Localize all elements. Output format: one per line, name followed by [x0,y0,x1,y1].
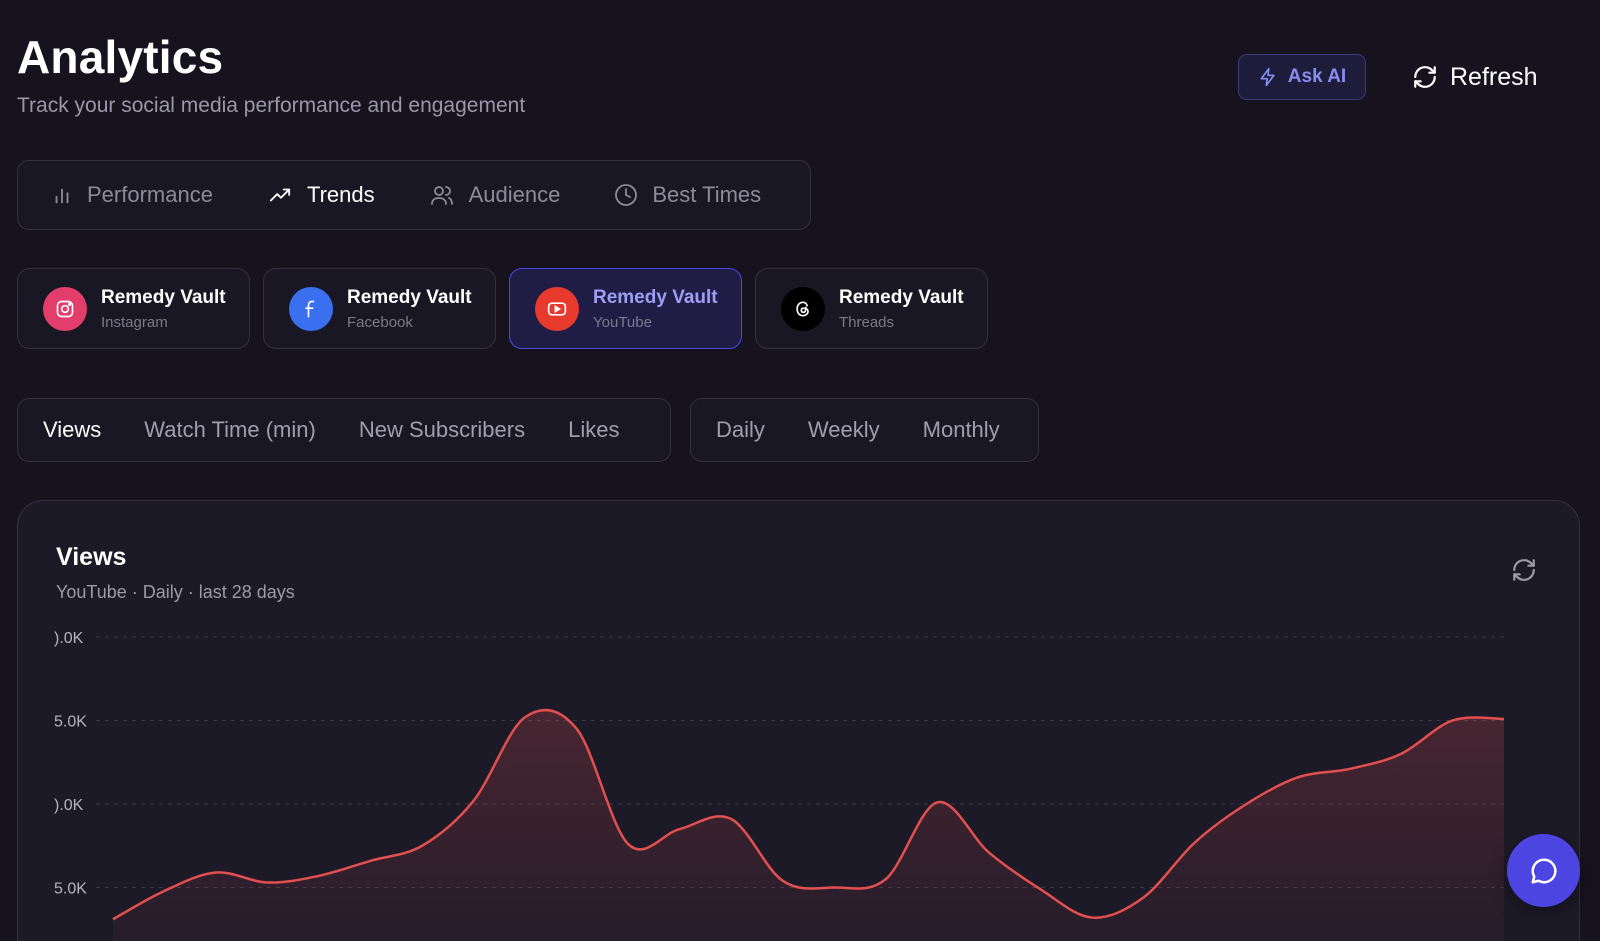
refresh-label: Refresh [1450,62,1538,91]
metric-watch-time[interactable]: Watch Time (min) [144,417,316,443]
refresh-icon [1414,66,1436,88]
data-point[interactable] [313,870,325,882]
tab-label: Audience [468,182,561,207]
account-platform: Threads [839,313,895,331]
account-platform: YouTube [593,313,652,331]
chat-bubble-icon [1531,857,1557,883]
data-point[interactable] [1086,912,1098,924]
threads-icon [781,286,825,331]
data-point[interactable] [1137,892,1149,904]
data-point[interactable] [468,795,480,807]
page-title: Analytics [17,31,224,83]
data-point[interactable] [931,796,943,808]
chart-card: Views YouTube · Daily · last 28 days ).0… [17,500,1580,941]
trending-up-icon [269,188,291,202]
data-point[interactable] [983,846,995,858]
account-info: Remedy Vault YouTube [593,287,718,331]
account-name: Remedy Vault [839,286,964,308]
account-card-facebook[interactable]: Remedy Vault Facebook [263,268,496,349]
tab-label: Best Times [652,182,762,207]
data-point[interactable] [416,840,428,852]
analytics-tabs: Performance Trends Audience Best Times [17,160,811,230]
views-chart: ).0K 5.0K ).0K 5.0K [54,630,1510,941]
data-point[interactable] [107,913,119,925]
data-point[interactable] [1240,798,1252,810]
data-point[interactable] [159,885,171,897]
ask-ai-label: Ask AI [1287,66,1347,87]
metric-new-subscribers[interactable]: New Subscribers [359,417,525,443]
instagram-icon [43,286,87,331]
metric-views[interactable]: Views [43,417,101,443]
tab-trends[interactable]: Trends [267,182,375,208]
data-point[interactable] [1446,715,1458,727]
data-point[interactable] [1292,771,1304,783]
tab-label: Trends [306,182,375,207]
data-point[interactable] [828,882,840,894]
metric-selector: Views Watch Time (min) New Subscribers L… [17,398,671,462]
data-point[interactable] [622,838,634,850]
account-name: Remedy Vault [593,286,718,308]
bar-chart-icon [55,188,69,204]
ask-ai-button[interactable]: Ask AI [1238,54,1366,100]
tab-label: Performance [87,182,213,207]
analytics-page: Analytics Track your social media perfor… [0,0,1600,941]
chat-button[interactable] [1507,834,1580,907]
data-point[interactable] [725,813,737,825]
y-tick-label: ).0K [54,630,84,647]
account-info: Remedy Vault Facebook [347,287,472,331]
account-card-youtube[interactable]: Remedy Vault YouTube [509,268,742,349]
data-point[interactable] [210,866,222,878]
account-name: Remedy Vault [347,286,472,308]
facebook-icon [289,286,333,331]
period-daily[interactable]: Daily [716,417,765,443]
tab-audience[interactable]: Audience [429,182,561,208]
data-point[interactable] [365,855,377,867]
users-icon [430,186,453,205]
lightning-icon [1260,67,1275,87]
account-name: Remedy Vault [101,286,226,308]
y-tick-label: 5.0K [54,881,87,898]
data-point[interactable] [1034,883,1046,895]
account-selector: Remedy Vault Instagram Remedy Vault Face… [17,268,988,349]
account-info: Remedy Vault Instagram [101,287,226,331]
refresh-button[interactable]: Refresh [1412,56,1538,98]
period-selector: Daily Weekly Monthly [690,398,1039,462]
youtube-icon [535,286,579,331]
period-weekly[interactable]: Weekly [808,417,880,443]
data-point[interactable] [1395,748,1407,760]
clock-icon [615,184,638,206]
y-tick-label: 5.0K [54,714,87,731]
data-point[interactable] [519,711,531,723]
account-card-instagram[interactable]: Remedy Vault Instagram [17,268,250,349]
data-point[interactable] [1343,763,1355,775]
data-point[interactable] [262,876,274,888]
y-tick-label: ).0K [54,797,84,814]
tab-best-times[interactable]: Best Times [614,182,761,208]
data-point[interactable] [880,873,892,885]
data-point[interactable] [1498,713,1510,725]
data-point[interactable] [571,723,583,735]
account-card-threads[interactable]: Remedy Vault Threads [755,268,988,349]
views-area-fill [113,710,1504,941]
tab-performance[interactable]: Performance [51,182,213,208]
period-monthly[interactable]: Monthly [923,417,1000,443]
data-point[interactable] [777,875,789,887]
page-subtitle: Track your social media performance and … [17,94,526,117]
account-info: Remedy Vault Threads [839,287,964,331]
data-point[interactable] [674,823,686,835]
data-point[interactable] [1189,836,1201,848]
account-platform: Instagram [101,313,168,331]
metric-likes[interactable]: Likes [568,417,619,443]
account-platform: Facebook [347,313,413,331]
